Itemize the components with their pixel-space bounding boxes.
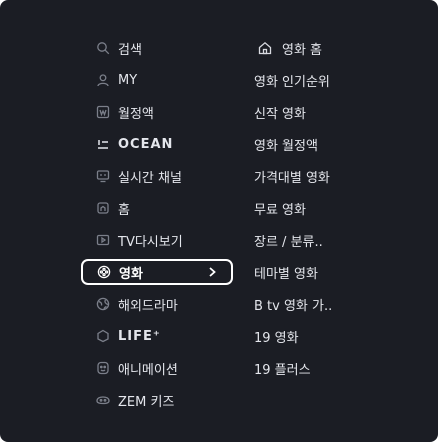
submenu-item-by-price[interactable]: 가격대별 영화 — [254, 163, 422, 189]
menu-item-label: 검색 — [118, 42, 142, 58]
submenu-item-free[interactable]: 무료 영화 — [254, 195, 422, 221]
menu-item-live-channel[interactable]: 실시간 채널 — [82, 163, 234, 189]
menu-item-label: MY — [118, 72, 138, 88]
monthly-ticket-icon — [92, 101, 114, 123]
menu-item-tv-replay[interactable]: TV다시보기 — [82, 227, 234, 253]
home-icon — [254, 37, 276, 59]
menu-item-label: 홈 — [118, 202, 130, 218]
menu-item-search[interactable]: 검색 — [82, 35, 234, 61]
submenu-item-label: 장르 / 분류.. — [254, 234, 323, 250]
film-reel-icon — [93, 261, 115, 283]
menu-item-animation[interactable]: 애니메이션 — [82, 355, 234, 381]
submenu-item-theme[interactable]: 테마별 영화 — [254, 259, 422, 285]
menu-item-label: OCEAN — [118, 136, 174, 152]
menu-item-life[interactable]: LIFE⁺ — [82, 323, 234, 349]
menu-item-movie[interactable]: 영화 — [81, 259, 233, 285]
submenu-item-label: B tv 영화 가.. — [254, 298, 333, 314]
menu-item-label: ZEM 키즈 — [118, 394, 175, 410]
menu-item-label: 월정액 — [118, 106, 154, 122]
kids-icon — [92, 389, 114, 411]
menu-item-label: 해외드라마 — [118, 298, 178, 314]
ocean-logo-icon — [92, 133, 114, 155]
chevron-right-icon — [205, 265, 221, 281]
submenu-item-btv-price[interactable]: B tv 영화 가.. — [254, 291, 422, 317]
menu-item-label: 영화 — [119, 266, 143, 282]
menu-item-home[interactable]: 홈 — [82, 195, 234, 221]
user-icon — [92, 69, 114, 91]
submenu-item-label: 영화 월정액 — [254, 138, 318, 154]
menu-item-label: 애니메이션 — [118, 362, 178, 378]
submenu-item-movie-home[interactable]: 영화 홈 — [254, 35, 422, 61]
home-icon — [92, 197, 114, 219]
animation-icon — [92, 357, 114, 379]
search-icon — [92, 37, 114, 59]
menu-item-monthly[interactable]: 월정액 — [82, 99, 234, 125]
life-icon — [92, 325, 114, 347]
replay-icon — [92, 229, 114, 251]
submenu-item-19-plus[interactable]: 19 플러스 — [254, 355, 422, 381]
menu-item-my[interactable]: MY — [82, 67, 234, 93]
menu-item-label: TV다시보기 — [118, 234, 183, 250]
submenu-item-label: 가격대별 영화 — [254, 170, 330, 186]
submenu-item-label: 신작 영화 — [254, 106, 306, 122]
submenu-item-label: 19 플러스 — [254, 362, 311, 378]
submenu-item-label: 테마별 영화 — [254, 266, 318, 282]
submenu-item-new[interactable]: 신작 영화 — [254, 99, 422, 125]
submenu-item-genre[interactable]: 장르 / 분류.. — [254, 227, 422, 253]
menu-item-foreign-drama[interactable]: 해외드라마 — [82, 291, 234, 317]
menu-item-label: 실시간 채널 — [118, 170, 182, 186]
submenu-item-label: 영화 홈 — [282, 42, 323, 58]
menu-item-label: LIFE⁺ — [118, 328, 161, 344]
navigation-panel: 검색 MY 월정액 OCEAN 실시간 채널 홈 TV다시보기 영화 해외드라마… — [0, 0, 438, 442]
submenu-item-label: 무료 영화 — [254, 202, 306, 218]
submenu-item-label: 19 영화 — [254, 330, 299, 346]
menu-item-ocean[interactable]: OCEAN — [82, 131, 234, 157]
menu-item-zem-kids[interactable]: ZEM 키즈 — [82, 387, 234, 413]
globe-icon — [92, 293, 114, 315]
submenu-item-19-movie[interactable]: 19 영화 — [254, 323, 422, 349]
submenu-item-popular[interactable]: 영화 인기순위 — [254, 67, 422, 93]
submenu-item-label: 영화 인기순위 — [254, 74, 330, 90]
submenu-item-monthly[interactable]: 영화 월정액 — [254, 131, 422, 157]
live-tv-icon — [92, 165, 114, 187]
